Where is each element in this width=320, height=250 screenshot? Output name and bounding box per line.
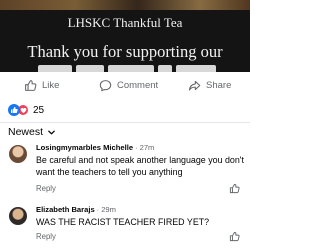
- comment-button[interactable]: Comment: [99, 77, 158, 93]
- thumbs-up-icon[interactable]: [229, 183, 240, 194]
- thumbs-up-icon: [25, 79, 37, 91]
- post-image[interactable]: LHSKC Thankful Tea Thank you for support…: [0, 0, 250, 72]
- comment-meta: Elizabeth Barajs · 29m: [36, 205, 244, 215]
- comment-body: Elizabeth Barajs · 29m WAS THE RACIST TEAC…: [36, 205, 244, 229]
- avatar[interactable]: [9, 145, 27, 163]
- comment-item: Elizabeth Barajs · 29m WAS THE RACIST TEAC…: [0, 205, 250, 250]
- comment-sort-dropdown[interactable]: Newest: [8, 125, 56, 139]
- like-label: Like: [42, 79, 60, 91]
- reactions-summary[interactable]: 25: [8, 103, 44, 117]
- avatar[interactable]: [9, 207, 27, 225]
- divider: [0, 122, 250, 123]
- comment-label: Comment: [117, 79, 159, 91]
- reaction-count: 25: [33, 104, 45, 116]
- comment-author[interactable]: Elizabeth Barajs: [36, 205, 95, 214]
- separator-dot: ·: [96, 205, 100, 214]
- separator-dot: ·: [135, 143, 138, 152]
- comment-text: Be careful and not speak another languag…: [36, 155, 244, 177]
- comment-body: Losingmymarbles Michelle · 27m Be careful …: [36, 143, 244, 178]
- share-icon: [188, 80, 201, 90]
- image-cutoff-text: [38, 62, 218, 72]
- reply-button[interactable]: Reply: [36, 184, 56, 193]
- comment-time: 27m: [139, 143, 155, 152]
- share-label: Share: [206, 79, 232, 91]
- comment-item: Losingmymarbles Michelle · 27m Be careful …: [0, 143, 250, 199]
- image-photo-strip: [0, 0, 250, 10]
- reply-button[interactable]: Reply: [36, 232, 56, 241]
- like-button[interactable]: Like: [24, 77, 59, 93]
- thumbs-up-reaction-icon: [8, 104, 20, 116]
- thumbs-up-icon[interactable]: [229, 231, 240, 242]
- chevron-down-icon: [48, 130, 55, 134]
- comment-icon: [99, 79, 112, 91]
- post-action-bar: Like Comment Share: [0, 74, 250, 96]
- sort-label: Newest: [8, 126, 44, 138]
- image-headline: Thank you for supporting our: [27, 42, 223, 61]
- comment-time: 29m: [101, 205, 116, 214]
- image-title: LHSKC Thankful Tea: [67, 15, 183, 30]
- comment-author[interactable]: Losingmymarbles Michelle: [36, 143, 133, 152]
- comment-meta: Losingmymarbles Michelle · 27m: [36, 143, 244, 153]
- share-button[interactable]: Share: [188, 77, 231, 93]
- comment-text: WAS THE RACIST TEACHER FIRED YET?: [36, 217, 210, 227]
